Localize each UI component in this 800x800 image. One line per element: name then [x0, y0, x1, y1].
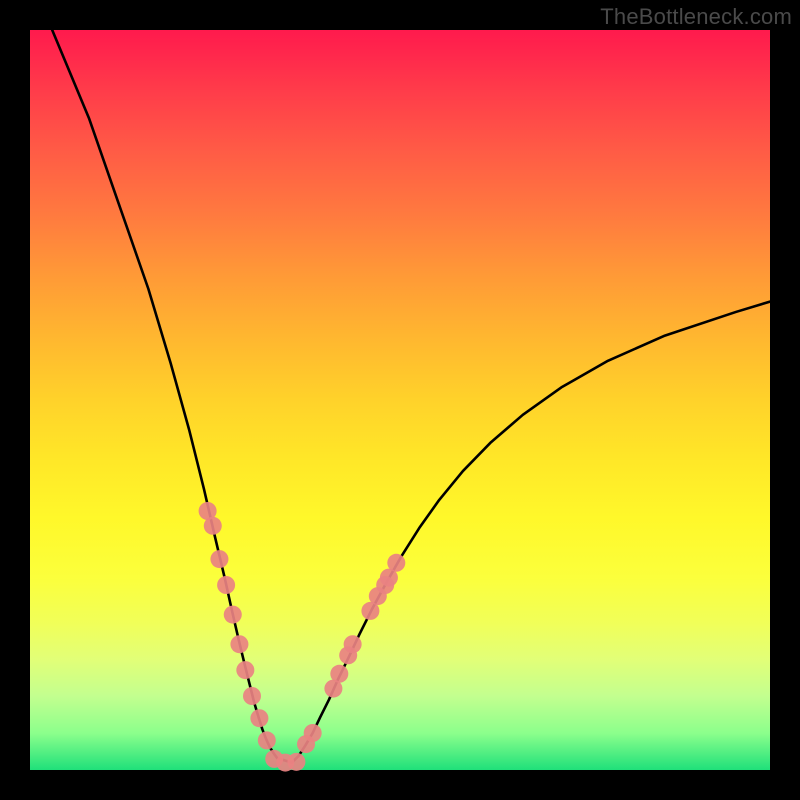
data-marker: [224, 606, 242, 624]
curve-right-arm: [292, 302, 770, 763]
curve-left-arm: [52, 30, 292, 763]
data-marker: [344, 635, 362, 653]
data-marker: [210, 550, 228, 568]
data-marker: [250, 709, 268, 727]
marker-group: [199, 502, 406, 772]
watermark-text: TheBottleneck.com: [600, 4, 792, 30]
data-marker: [236, 661, 254, 679]
data-marker: [387, 554, 405, 572]
data-marker: [330, 665, 348, 683]
data-marker: [217, 576, 235, 594]
data-marker: [287, 753, 305, 771]
chart-svg: [30, 30, 770, 770]
curve-group: [52, 30, 770, 763]
plot-area: [30, 30, 770, 770]
data-marker: [230, 635, 248, 653]
chart-frame: TheBottleneck.com: [0, 0, 800, 800]
data-marker: [304, 724, 322, 742]
data-marker: [243, 687, 261, 705]
data-marker: [204, 517, 222, 535]
data-marker: [258, 731, 276, 749]
